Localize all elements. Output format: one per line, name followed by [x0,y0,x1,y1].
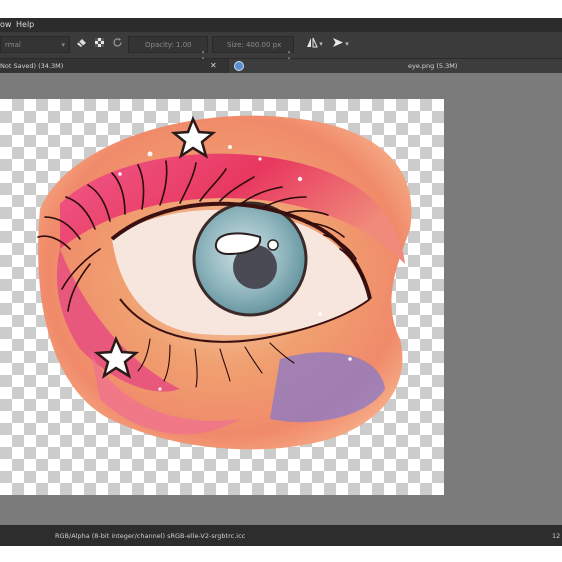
chevron-down-icon[interactable]: ▾ [317,37,325,52]
color-space-info: RGB/Alpha (8-bit integer/channel) sRGB-e… [55,532,246,540]
tab-title: Not Saved) (34.3M) [0,62,64,70]
blend-mode-value: rmal [5,41,21,49]
document-tab-bar: Not Saved) (34.3M) ✕ eye.png (5.3M) [0,59,562,73]
zoom-readout: 12 [552,532,561,540]
chevron-down-icon: ▾ [61,41,65,49]
size-label: Size: [227,41,244,49]
tools-icon[interactable]: ✕ [210,61,217,70]
reload-icon[interactable] [110,37,125,52]
tab-title: eye.png (5.3M) [408,62,458,70]
tab-unsaved-document[interactable]: Not Saved) (34.3M) ✕ [0,59,228,73]
size-slider[interactable]: Size: 400.00 px [212,36,294,53]
opacity-slider[interactable]: Opacity: 1.00 [128,36,208,53]
blend-mode-select[interactable]: rmal ▾ [0,36,70,53]
alpha-lock-icon[interactable] [92,37,107,52]
chevron-down-icon[interactable]: ▾ [343,37,351,52]
status-bar: RGB/Alpha (8-bit integer/channel) sRGB-e… [0,525,562,546]
opacity-label: Opacity: [145,41,174,49]
opacity-value: 1.00 [176,41,192,49]
size-value: 400.00 px [245,41,282,49]
eye-artwork [37,115,412,450]
image-canvas[interactable] [0,99,444,495]
menu-bar: ow Help [0,18,562,32]
eraser-icon[interactable] [74,37,89,52]
menu-item-window[interactable]: ow [0,20,11,29]
tab-eye-png[interactable]: eye.png (5.3M) [229,59,562,73]
krita-window: ow Help rmal ▾ Opacity: 1.00 ▴▾ Size: 40… [0,18,562,546]
canvas-workspace[interactable] [0,73,562,525]
menu-item-help[interactable]: Help [16,20,34,29]
globe-icon [234,61,244,71]
tool-options-bar: rmal ▾ Opacity: 1.00 ▴▾ Size: 400.00 px … [0,32,562,62]
